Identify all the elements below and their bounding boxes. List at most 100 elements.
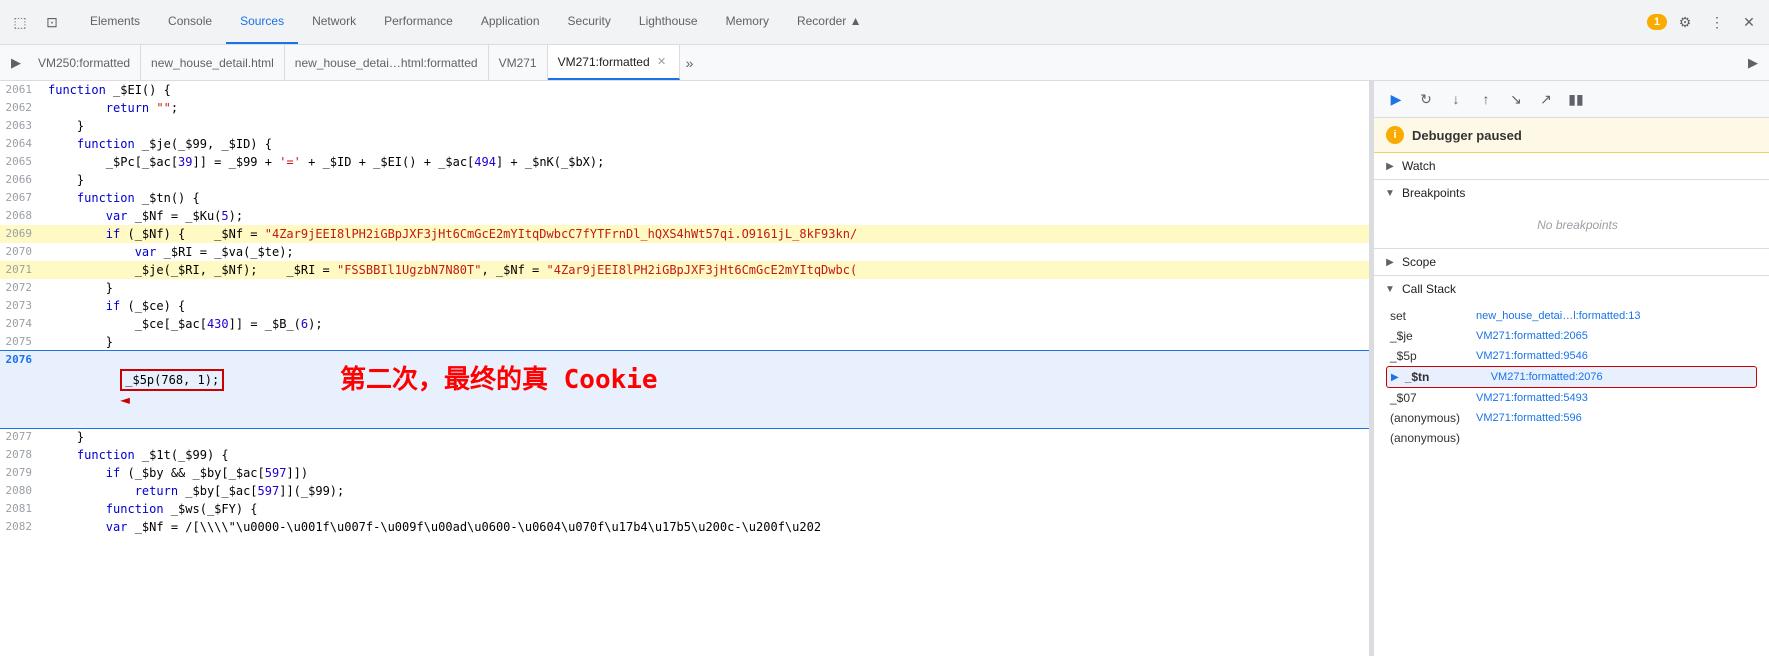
call-stack-body: set new_house_detai…l:formatted:13 _$je … [1374, 302, 1769, 456]
red-arrow: ◄ [120, 390, 130, 409]
file-tab-vm271[interactable]: VM271 [489, 45, 548, 80]
code-line-2072: 2072 } [0, 279, 1369, 297]
more-file-tabs-btn[interactable]: » [680, 45, 700, 80]
line-number: 2082 [0, 518, 44, 536]
code-line-2082: 2082 var _$Nf = /[\\\\"\u0000-\u001f\u00… [0, 518, 1369, 536]
breakpoints-section-header[interactable]: ▼ Breakpoints [1374, 180, 1769, 206]
call-stack-location[interactable]: VM271:formatted:596 [1476, 412, 1582, 424]
code-line-2064: 2064 function _$je(_$99, _$ID) { [0, 135, 1369, 153]
line-code: _$ce[_$ac[430]] = _$B_(6); [44, 315, 1369, 333]
file-tab-vm271formatted[interactable]: VM271:formatted ✕ [548, 45, 680, 80]
code-line-2065: 2065 _$Pc[_$ac[39]] = _$99 + '=' + _$ID … [0, 153, 1369, 171]
call-stack-location[interactable]: VM271:formatted:9546 [1476, 350, 1588, 362]
call-stack-section-label: Call Stack [1402, 282, 1456, 296]
close-devtools-btn[interactable]: ✕ [1735, 8, 1763, 36]
file-tab-close-btn[interactable]: ✕ [655, 55, 669, 69]
file-tabs-row: ▶ VM250:formatted new_house_detail.html … [0, 45, 1769, 81]
code-line-2068: 2068 var _$Nf = _$Ku(5); [0, 207, 1369, 225]
more-options-btn[interactable]: ⋮ [1703, 8, 1731, 36]
code-line-2070: 2070 var _$RI = _$va(_$te); [0, 243, 1369, 261]
line-number: 2078 [0, 446, 44, 464]
line-code: if (_$Nf) { _$Nf = "4Zar9jEEI8lPH2iGBpJX… [44, 225, 1369, 243]
file-tab-label: VM271:formatted [558, 55, 650, 69]
resume-btn[interactable]: ▶ [1382, 85, 1410, 113]
call-stack-fn-name: (anonymous) [1390, 431, 1470, 445]
tab-memory[interactable]: Memory [712, 0, 783, 44]
scope-section-header[interactable]: ▶ Scope [1374, 249, 1769, 275]
line-code: _$Pc[_$ac[39]] = _$99 + '=' + _$ID + _$E… [44, 153, 1369, 171]
debugger-paused-text: Debugger paused [1412, 128, 1522, 143]
breakpoints-section-label: Breakpoints [1402, 186, 1465, 200]
line-code: } [44, 279, 1369, 297]
line-code: } [44, 333, 1369, 351]
tab-elements[interactable]: Elements [76, 0, 154, 44]
call-stack-section-header[interactable]: ▼ Call Stack [1374, 276, 1769, 302]
watch-section: ▶ Watch [1374, 153, 1769, 180]
call-stack-item-je[interactable]: _$je VM271:formatted:2065 [1386, 326, 1757, 346]
file-tab-vm250formatted[interactable]: VM250:formatted [28, 45, 141, 80]
call-stack-item-07[interactable]: _$07 VM271:formatted:5493 [1386, 388, 1757, 408]
line-code: function _$1t(_$99) { [44, 446, 1369, 464]
breakpoints-section: ▼ Breakpoints No breakpoints [1374, 180, 1769, 249]
tab-recorder[interactable]: Recorder ▲ [783, 0, 876, 44]
line-code: if (_$by && _$by[_$ac[597]]) [44, 464, 1369, 482]
tab-network[interactable]: Network [298, 0, 370, 44]
step-into-btn[interactable]: ↓ [1442, 85, 1470, 113]
call-stack-item-5p[interactable]: _$5p VM271:formatted:9546 [1386, 346, 1757, 366]
call-stack-item-set[interactable]: set new_house_detai…l:formatted:13 [1386, 306, 1757, 326]
step-btn[interactable]: ↘ [1502, 85, 1530, 113]
breakpoint-box: _$5p(768, 1); [120, 369, 224, 391]
notification-badge[interactable]: 1 [1647, 14, 1667, 30]
line-number: 2065 [0, 153, 44, 171]
tab-console[interactable]: Console [154, 0, 226, 44]
pause-exceptions-btn[interactable]: ▮▮ [1562, 85, 1590, 113]
scope-section: ▶ Scope [1374, 249, 1769, 276]
deactivate-breakpoints-btn[interactable]: ↗ [1532, 85, 1560, 113]
tab-sources[interactable]: Sources [226, 0, 298, 44]
call-stack-location[interactable]: VM271:formatted:2065 [1476, 330, 1588, 342]
call-stack-fn-name: (anonymous) [1390, 411, 1470, 425]
line-number: 2069 [0, 225, 44, 243]
line-code: function _$EI() { [44, 81, 1369, 99]
line-number: 2067 [0, 189, 44, 207]
tab-performance[interactable]: Performance [370, 0, 467, 44]
code-panel: 2061 function _$EI() { 2062 return ""; 2… [0, 81, 1370, 656]
code-content[interactable]: 2061 function _$EI() { 2062 return ""; 2… [0, 81, 1369, 656]
call-stack-fn-name: _$tn [1405, 370, 1485, 384]
code-line-2067: 2067 function _$tn() { [0, 189, 1369, 207]
code-line-2061: 2061 function _$EI() { [0, 81, 1369, 99]
call-stack-location[interactable]: new_house_detai…l:formatted:13 [1476, 310, 1641, 322]
tab-lighthouse[interactable]: Lighthouse [625, 0, 712, 44]
tab-security[interactable]: Security [554, 0, 625, 44]
call-stack-item-anon1[interactable]: (anonymous) VM271:formatted:596 [1386, 408, 1757, 428]
watch-section-label: Watch [1402, 159, 1436, 173]
device-toolbar-btn[interactable]: ⊡ [38, 8, 66, 36]
settings-btn[interactable]: ⚙ [1671, 8, 1699, 36]
watch-section-header[interactable]: ▶ Watch [1374, 153, 1769, 179]
call-stack-fn-name: set [1390, 309, 1470, 323]
play-icon: ▶ [1391, 372, 1399, 383]
navigate-back-btn[interactable]: ▶ [4, 51, 28, 75]
code-line-2079: 2079 if (_$by && _$by[_$ac[597]]) [0, 464, 1369, 482]
line-number: 2075 [0, 333, 44, 351]
call-stack-location[interactable]: VM271:formatted:5493 [1476, 392, 1588, 404]
file-tab-newhouseformatted[interactable]: new_house_detai…html:formatted [285, 45, 489, 80]
call-stack-location[interactable]: VM271:formatted:2076 [1491, 371, 1603, 383]
line-number: 2061 [0, 81, 44, 99]
file-tab-newhouse[interactable]: new_house_detail.html [141, 45, 285, 80]
step-over-btn[interactable]: ↻ [1412, 85, 1440, 113]
inspect-element-btn[interactable]: ⬚ [6, 8, 34, 36]
line-number: 2070 [0, 243, 44, 261]
code-line-2062: 2062 return ""; [0, 99, 1369, 117]
line-number: 2062 [0, 99, 44, 117]
tab-application[interactable]: Application [467, 0, 554, 44]
line-number: 2080 [0, 482, 44, 500]
call-stack-item-tn[interactable]: ▶ _$tn VM271:formatted:2076 [1386, 366, 1757, 388]
code-line-2066: 2066 } [0, 171, 1369, 189]
step-out-btn[interactable]: ↑ [1472, 85, 1500, 113]
line-number: 2063 [0, 117, 44, 135]
navigate-to-file-btn[interactable]: ▶ [1741, 51, 1765, 75]
code-line-2074: 2074 _$ce[_$ac[430]] = _$B_(6); [0, 315, 1369, 333]
line-code: function _$ws(_$FY) { [44, 500, 1369, 518]
call-stack-item-anon2[interactable]: (anonymous) [1386, 428, 1757, 448]
